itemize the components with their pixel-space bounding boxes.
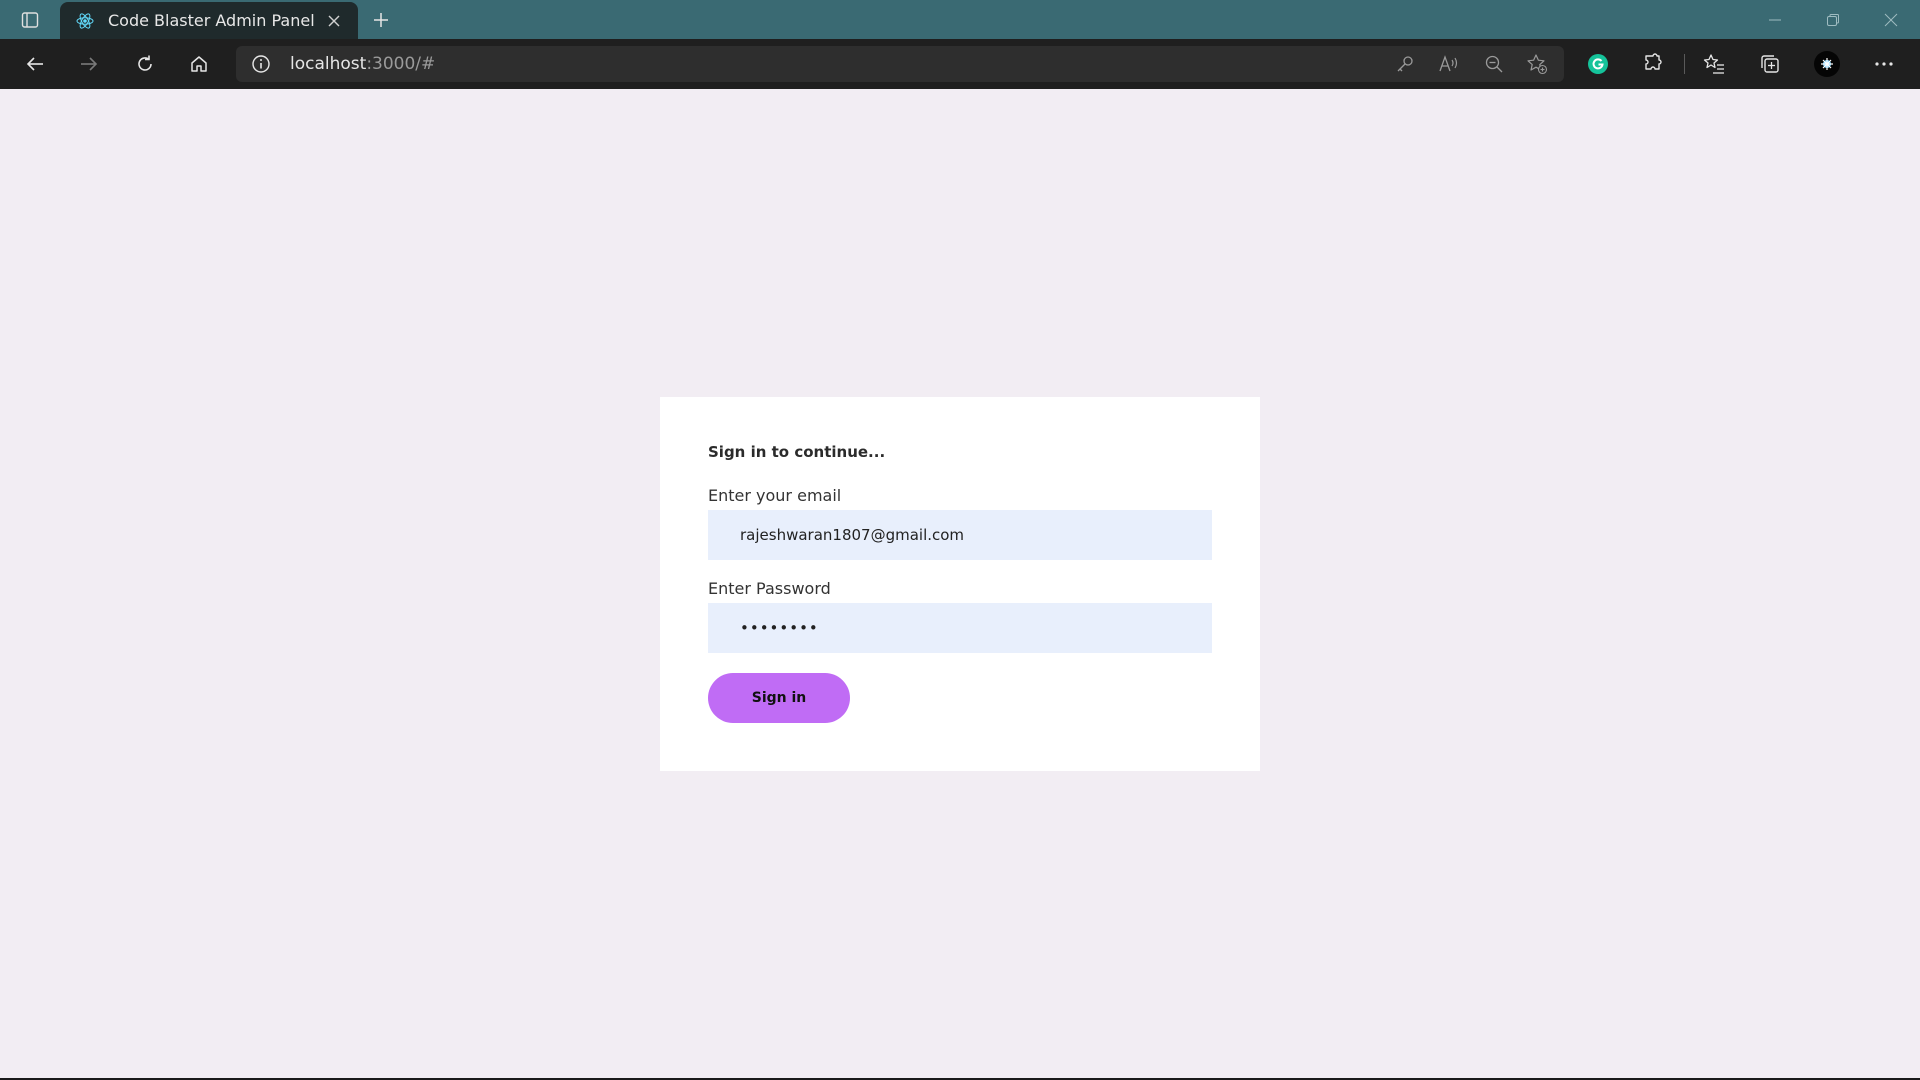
sign-in-button[interactable]: Sign in bbox=[708, 673, 850, 723]
browser-tab[interactable]: Code Blaster Admin Panel bbox=[60, 2, 358, 39]
window-controls bbox=[1746, 0, 1920, 39]
login-card: Sign in to continue... Enter your email … bbox=[660, 397, 1260, 771]
add-favorite-icon[interactable] bbox=[1524, 52, 1550, 76]
browser-titlebar: Code Blaster Admin Panel bbox=[0, 0, 1920, 39]
browser-toolbar: localhost:3000/# bbox=[0, 39, 1920, 89]
login-heading: Sign in to continue... bbox=[708, 443, 886, 461]
password-label: Enter Password bbox=[708, 579, 831, 598]
tab-title: Code Blaster Admin Panel bbox=[108, 11, 315, 30]
key-icon[interactable] bbox=[1392, 52, 1418, 76]
url-text[interactable]: localhost:3000/# bbox=[290, 54, 435, 74]
grammarly-icon[interactable] bbox=[1581, 48, 1615, 80]
back-button[interactable] bbox=[18, 48, 52, 80]
extensions-icon[interactable] bbox=[1636, 48, 1670, 80]
password-field[interactable] bbox=[708, 603, 1212, 653]
favorites-icon[interactable] bbox=[1697, 48, 1731, 80]
new-tab-button[interactable] bbox=[368, 7, 394, 33]
url-host: localhost bbox=[290, 54, 367, 74]
site-info-icon[interactable] bbox=[250, 53, 272, 75]
url-path: :3000/# bbox=[366, 54, 436, 74]
collections-icon[interactable] bbox=[1753, 48, 1787, 80]
minimize-button[interactable] bbox=[1746, 0, 1804, 39]
read-aloud-icon[interactable] bbox=[1436, 52, 1462, 76]
close-tab-icon[interactable] bbox=[322, 9, 346, 33]
restore-button[interactable] bbox=[1804, 0, 1862, 39]
reload-button[interactable] bbox=[128, 48, 162, 80]
email-field[interactable] bbox=[708, 510, 1212, 560]
react-icon bbox=[74, 10, 96, 32]
home-button[interactable] bbox=[182, 48, 216, 80]
tab-actions-icon[interactable] bbox=[16, 8, 44, 32]
email-label: Enter your email bbox=[708, 486, 842, 505]
page-content: Sign in to continue... Enter your email … bbox=[0, 89, 1920, 1080]
close-window-button[interactable] bbox=[1862, 0, 1920, 39]
more-options-icon[interactable] bbox=[1867, 48, 1901, 80]
toolbar-separator bbox=[1684, 54, 1685, 74]
profile-avatar[interactable] bbox=[1810, 48, 1844, 80]
zoom-out-icon[interactable] bbox=[1481, 52, 1507, 76]
address-bar[interactable]: localhost:3000/# bbox=[236, 46, 1564, 82]
forward-button[interactable] bbox=[72, 48, 106, 80]
